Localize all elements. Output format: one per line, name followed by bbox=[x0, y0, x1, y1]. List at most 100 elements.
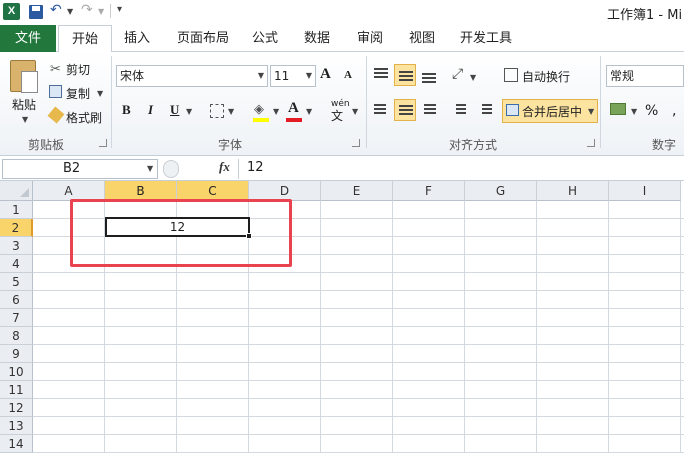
name-box[interactable]: B2 bbox=[2, 159, 158, 179]
column-header-d[interactable]: D bbox=[249, 181, 321, 201]
align-left-button[interactable] bbox=[370, 99, 392, 121]
font-size-select[interactable]: 11 ▼ bbox=[270, 65, 316, 87]
column-header-h[interactable]: H bbox=[537, 181, 609, 201]
align-bottom-button[interactable] bbox=[418, 64, 440, 86]
font-size-dropdown-icon[interactable]: ▼ bbox=[306, 66, 312, 86]
merge-center-icon bbox=[506, 104, 519, 116]
formula-bar-resize-handle[interactable] bbox=[163, 160, 179, 178]
column-header-g[interactable]: G bbox=[465, 181, 537, 201]
paste-icon[interactable] bbox=[10, 60, 38, 93]
tab-page-layout[interactable]: 页面布局 bbox=[177, 25, 229, 52]
tab-data[interactable]: 数据 bbox=[304, 25, 330, 52]
column-header-e[interactable]: E bbox=[321, 181, 393, 201]
undo-dropdown-icon[interactable]: ▼ bbox=[67, 7, 73, 16]
row-header-4[interactable]: 4 bbox=[0, 255, 33, 273]
accounting-format-icon[interactable] bbox=[610, 103, 626, 115]
tab-review[interactable]: 审阅 bbox=[357, 25, 383, 52]
font-color-dropdown-icon[interactable]: ▼ bbox=[306, 107, 312, 116]
orientation-dropdown-icon[interactable]: ▼ bbox=[470, 73, 476, 82]
grow-font-button[interactable]: A bbox=[320, 66, 331, 83]
copy-dropdown-icon[interactable]: ▼ bbox=[97, 89, 103, 98]
font-name-dropdown-icon[interactable]: ▼ bbox=[258, 66, 264, 86]
format-painter-button[interactable]: 格式刷 bbox=[66, 109, 102, 126]
row-header-10[interactable]: 10 bbox=[0, 363, 33, 381]
merge-center-dropdown-icon[interactable]: ▼ bbox=[588, 107, 594, 116]
row-header-13[interactable]: 13 bbox=[0, 417, 33, 435]
column-header-a[interactable]: A bbox=[33, 181, 105, 201]
select-all-button[interactable] bbox=[0, 181, 33, 201]
shrink-font-button[interactable]: A bbox=[344, 69, 352, 81]
underline-dropdown-icon[interactable]: ▼ bbox=[186, 107, 192, 116]
copy-button[interactable]: 复制 bbox=[66, 85, 90, 102]
formula-input[interactable]: 12 bbox=[247, 160, 264, 175]
wrap-text-button[interactable]: 自动换行 bbox=[522, 68, 570, 85]
row-header-9[interactable]: 9 bbox=[0, 345, 33, 363]
scissors-icon[interactable]: ✂ bbox=[50, 62, 61, 77]
row-header-14[interactable]: 14 bbox=[0, 435, 33, 453]
undo-icon[interactable]: ↶ bbox=[50, 2, 62, 18]
fill-color-dropdown-icon[interactable]: ▼ bbox=[273, 107, 279, 116]
row-header-3[interactable]: 3 bbox=[0, 237, 33, 255]
underline-button[interactable]: U bbox=[170, 102, 179, 118]
comma-style-button[interactable]: , bbox=[672, 103, 676, 119]
tab-developer[interactable]: 开发工具 bbox=[460, 25, 512, 52]
borders-dropdown-icon[interactable]: ▼ bbox=[228, 107, 234, 116]
save-icon[interactable] bbox=[29, 5, 43, 19]
italic-button[interactable]: I bbox=[148, 102, 153, 118]
column-header-f[interactable]: F bbox=[393, 181, 465, 201]
excel-app-icon[interactable]: X bbox=[3, 3, 20, 20]
tab-view[interactable]: 视图 bbox=[409, 25, 435, 52]
number-group-label: 数字 bbox=[652, 138, 677, 152]
redo-dropdown-icon[interactable]: ▼ bbox=[98, 7, 104, 16]
font-color-icon[interactable]: A bbox=[288, 100, 299, 117]
alignment-dialog-launcher-icon[interactable] bbox=[587, 139, 595, 147]
row-header-2[interactable]: 2 bbox=[0, 219, 33, 237]
cut-button[interactable]: 剪切 bbox=[66, 61, 90, 78]
phonetic-dropdown-icon[interactable]: ▼ bbox=[352, 107, 358, 116]
paste-button[interactable]: 粘贴 bbox=[12, 96, 36, 113]
tab-file[interactable]: 文件 bbox=[0, 25, 56, 52]
row-header-7[interactable]: 7 bbox=[0, 309, 33, 327]
increase-indent-button[interactable] bbox=[474, 99, 496, 121]
font-dialog-launcher-icon[interactable] bbox=[352, 139, 360, 147]
column-header-i[interactable]: I bbox=[609, 181, 681, 201]
copy-icon[interactable] bbox=[49, 85, 62, 98]
phonetic-guide-icon[interactable]: wén 文 bbox=[331, 100, 350, 123]
tab-formulas[interactable]: 公式 bbox=[252, 25, 278, 52]
row-header-5[interactable]: 5 bbox=[0, 273, 33, 291]
bold-button[interactable]: B bbox=[122, 102, 131, 118]
paste-dropdown-icon[interactable]: ▼ bbox=[22, 115, 28, 124]
format-painter-icon[interactable] bbox=[47, 106, 65, 124]
tab-home[interactable]: 开始 bbox=[58, 25, 112, 53]
redo-icon[interactable]: ↷ bbox=[81, 2, 93, 18]
name-box-dropdown-icon[interactable]: ▼ bbox=[147, 164, 153, 173]
align-middle-button[interactable] bbox=[394, 64, 416, 86]
number-format-select[interactable]: 常规 bbox=[606, 65, 684, 87]
customize-quick-access-icon[interactable]: ▾ bbox=[117, 4, 122, 15]
align-middle-icon bbox=[399, 71, 413, 73]
accounting-dropdown-icon[interactable]: ▼ bbox=[631, 107, 637, 116]
group-separator bbox=[600, 56, 601, 148]
align-center-button[interactable] bbox=[394, 99, 416, 121]
clipboard-dialog-launcher-icon[interactable] bbox=[99, 139, 107, 147]
column-header-c[interactable]: C bbox=[177, 181, 249, 201]
insert-function-icon[interactable]: fx bbox=[219, 159, 230, 175]
align-right-button[interactable] bbox=[418, 99, 440, 121]
column-header-b[interactable]: B bbox=[105, 181, 177, 201]
row-header-11[interactable]: 11 bbox=[0, 381, 33, 399]
tab-insert[interactable]: 插入 bbox=[124, 25, 150, 52]
borders-icon[interactable] bbox=[210, 104, 224, 118]
row-header-8[interactable]: 8 bbox=[0, 327, 33, 345]
fill-color-icon[interactable]: ◈ bbox=[254, 102, 264, 117]
align-top-button[interactable] bbox=[370, 64, 392, 86]
font-name-select[interactable]: 宋体 ▼ bbox=[116, 65, 268, 87]
row-header-12[interactable]: 12 bbox=[0, 399, 33, 417]
wrap-text-icon[interactable] bbox=[504, 68, 518, 82]
text-orientation-icon[interactable]: ⤢ bbox=[452, 66, 463, 82]
percent-style-button[interactable]: % bbox=[645, 103, 658, 119]
decrease-indent-button[interactable] bbox=[450, 99, 472, 121]
worksheet-grid[interactable]: ABCDEFGHI 1 2 3 4 5 6 7 8 9 10 11 12 13 14 12 bbox=[0, 181, 684, 453]
row-header-6[interactable]: 6 bbox=[0, 291, 33, 309]
annotation-highlight-box bbox=[70, 199, 292, 267]
row-header-1[interactable]: 1 bbox=[0, 201, 33, 219]
